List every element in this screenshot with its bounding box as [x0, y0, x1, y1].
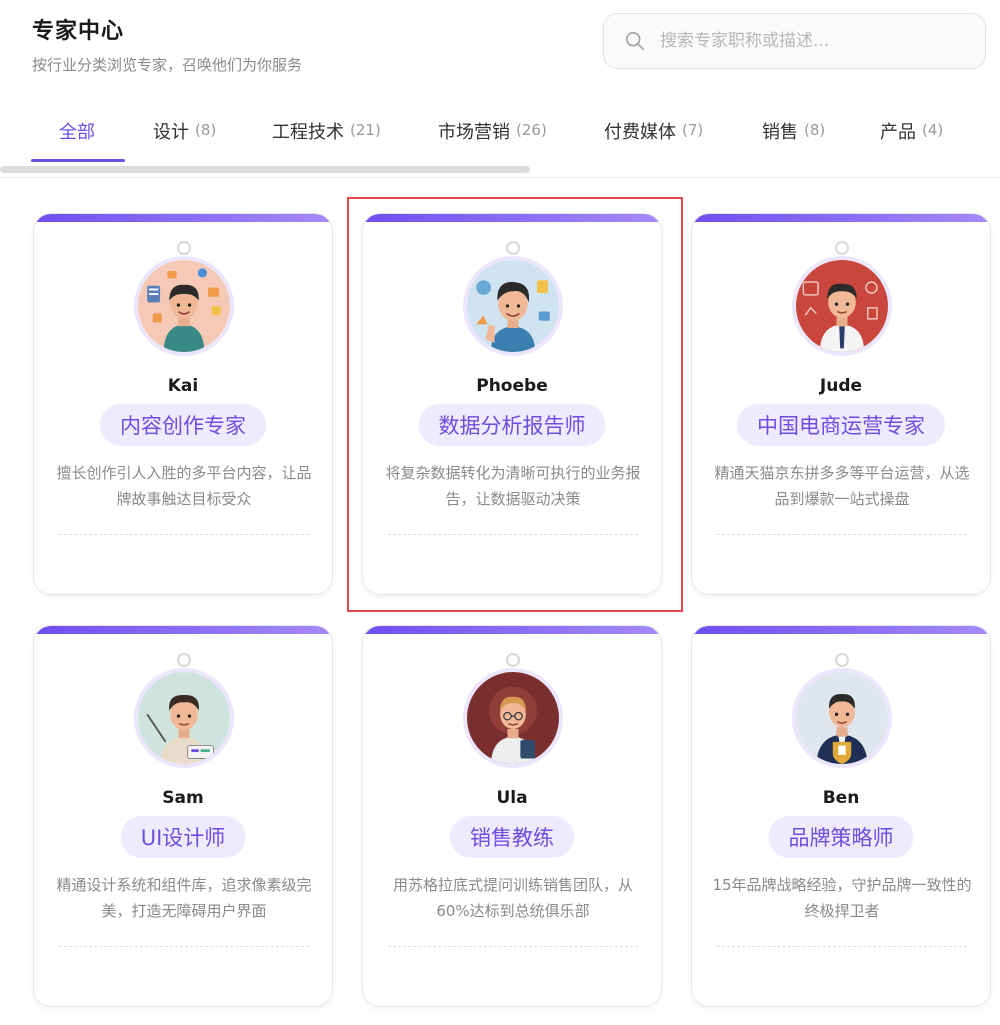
tab-paid-media[interactable]: 付费媒体 (7) — [604, 104, 703, 160]
tab-label: 全部 — [59, 122, 95, 143]
expert-description: 精通设计系统和组件库，追求像素级完美，打造无障碍用户界面 — [56, 876, 312, 920]
tab-count: (7) — [682, 121, 704, 139]
card-accent-bar — [34, 626, 332, 634]
phoebe-avatar-icon — [467, 260, 559, 352]
tab-sales[interactable]: 销售 (8) — [762, 104, 825, 160]
card-accent-bar — [363, 626, 661, 634]
expert-card[interactable]: Phoebe 数据分析报告师 将复杂数据转化为清晰可执行的业务报告，让数据驱动决… — [362, 213, 662, 595]
avatar — [792, 256, 892, 356]
expert-description: 15年品牌战略经验，守护品牌一致性的终极捍卫者 — [712, 876, 972, 920]
tab-product[interactable]: 产品 (4) — [880, 104, 943, 160]
ula-avatar-icon — [467, 672, 559, 764]
tab-marketing[interactable]: 市场营销 (26) — [438, 104, 547, 160]
avatar — [134, 668, 234, 768]
card-hanger-ring — [506, 241, 520, 255]
page-subtitle: 按行业分类浏览专家，召唤他们为你服务 — [32, 56, 303, 74]
tab-count: (21) — [350, 121, 381, 139]
expert-name: Ben — [822, 788, 860, 808]
expert-name: Jude — [819, 376, 863, 396]
card-divider — [59, 946, 309, 947]
tab-engineering[interactable]: 工程技术 (21) — [272, 104, 381, 160]
expert-role-badge: 中国电商运营专家 — [737, 404, 945, 446]
card-hanger-ring — [835, 653, 849, 667]
expert-description: 精通天猫京东拼多多等平台运营，从选品到爆款一站式操盘 — [714, 464, 970, 508]
tab-label: 工程技术 — [272, 122, 344, 143]
expert-role-badge: 销售教练 — [450, 816, 574, 858]
jude-avatar-icon — [796, 260, 888, 352]
expert-card[interactable]: Kai 内容创作专家 擅长创作引人入胜的多平台内容，让品牌故事触达目标受众 — [33, 213, 333, 595]
tab-count: (8) — [804, 121, 826, 139]
search-icon — [625, 31, 645, 51]
expert-name: Phoebe — [476, 376, 548, 396]
expert-description: 擅长创作引人入胜的多平台内容，让品牌故事触达目标受众 — [56, 464, 312, 508]
avatar — [463, 668, 563, 768]
card-accent-bar — [34, 214, 332, 222]
avatar — [463, 256, 563, 356]
card-hanger-ring — [177, 241, 191, 255]
card-divider — [388, 534, 638, 535]
sam-avatar-icon — [138, 672, 230, 764]
expert-description: 用苏格拉底式提问训练销售团队，从60%达标到总统俱乐部 — [392, 876, 633, 920]
search-box[interactable] — [603, 13, 986, 69]
page-title: 专家中心 — [32, 19, 125, 44]
expert-name: Kai — [167, 376, 199, 396]
expert-role-badge: 内容创作专家 — [100, 404, 266, 446]
tab-all[interactable]: 全部 — [59, 104, 95, 160]
tab-label: 市场营销 — [438, 122, 510, 143]
expert-name: Ula — [496, 788, 528, 808]
card-accent-bar — [692, 626, 990, 634]
tab-count: (4) — [922, 121, 944, 139]
category-tabs: 全部 设计 (8) 工程技术 (21) 市场营销 (26) 付费媒体 (7) 销… — [0, 104, 1000, 164]
expert-card[interactable]: Sam UI设计师 精通设计系统和组件库，追求像素级完美，打造无障碍用户界面 — [33, 625, 333, 1007]
tab-count: (26) — [516, 121, 547, 139]
expert-card[interactable]: Ben 品牌策略师 15年品牌战略经验，守护品牌一致性的终极捍卫者 — [691, 625, 991, 1007]
card-hanger-ring — [177, 653, 191, 667]
card-divider — [388, 946, 638, 947]
tab-label: 设计 — [153, 122, 189, 143]
card-divider — [717, 946, 967, 947]
tabs-scrollbar[interactable] — [0, 166, 530, 173]
divider — [0, 177, 1000, 178]
expert-description: 将复杂数据转化为清晰可执行的业务报告，让数据驱动决策 — [385, 464, 641, 508]
expert-card[interactable]: Jude 中国电商运营专家 精通天猫京东拼多多等平台运营，从选品到爆款一站式操盘 — [691, 213, 991, 595]
expert-name: Sam — [162, 788, 204, 808]
card-accent-bar — [692, 214, 990, 222]
tab-label: 销售 — [762, 122, 798, 143]
card-divider — [59, 534, 309, 535]
card-hanger-ring — [506, 653, 520, 667]
search-input[interactable] — [660, 31, 960, 51]
expert-role-badge: 品牌策略师 — [768, 816, 914, 858]
avatar — [134, 256, 234, 356]
card-divider — [717, 534, 967, 535]
tab-count: (8) — [195, 121, 217, 139]
expert-card[interactable]: Ula 销售教练 用苏格拉底式提问训练销售团队，从60%达标到总统俱乐部 — [362, 625, 662, 1007]
card-hanger-ring — [835, 241, 849, 255]
avatar — [792, 668, 892, 768]
expert-role-badge: 数据分析报告师 — [418, 404, 606, 446]
card-accent-bar — [363, 214, 661, 222]
tab-design[interactable]: 设计 (8) — [153, 104, 216, 160]
ben-avatar-icon — [796, 672, 888, 764]
kai-avatar-icon — [138, 260, 230, 352]
expert-role-badge: UI设计师 — [120, 816, 246, 858]
tab-label: 付费媒体 — [604, 122, 676, 143]
tab-label: 产品 — [880, 122, 916, 143]
active-tab-indicator — [31, 159, 125, 162]
